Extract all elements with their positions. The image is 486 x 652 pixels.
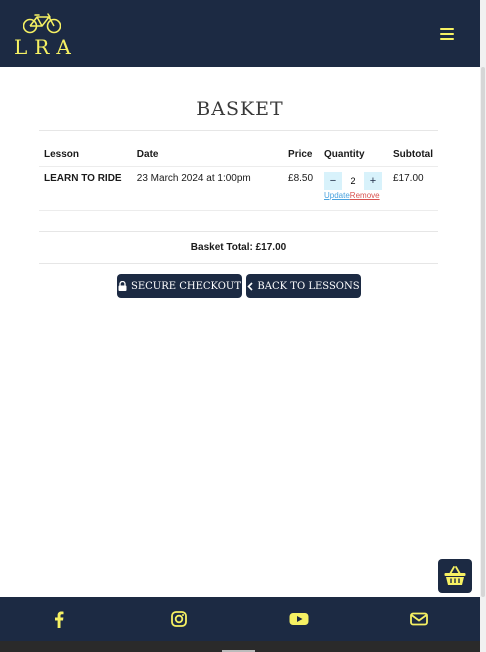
lesson-price: £8.50	[288, 173, 314, 184]
secure-checkout-button[interactable]: SECURE CHECKOUT	[117, 274, 242, 298]
quantity-stepper: − +	[324, 172, 383, 190]
quantity-cell: − + UpdateRemove	[319, 167, 388, 211]
envelope-icon[interactable]	[410, 610, 428, 628]
shopping-basket-icon	[444, 566, 466, 585]
site-logo[interactable]: LRA	[14, 12, 78, 59]
col-lesson: Lesson	[44, 148, 80, 160]
lock-icon	[118, 281, 127, 291]
col-price: Price	[288, 148, 313, 160]
divider	[39, 231, 438, 232]
facebook-icon[interactable]	[50, 610, 68, 628]
back-label: BACK TO LESSONS	[257, 280, 360, 292]
lesson-date: 23 March 2024 at 1:00pm	[136, 173, 251, 184]
site-footer	[0, 597, 480, 641]
page-title: BASKET	[196, 98, 284, 120]
checkout-label: SECURE CHECKOUT	[130, 280, 242, 292]
back-to-lessons-button[interactable]: BACK TO LESSONS	[246, 274, 361, 298]
lesson-name: LEARN TO RIDE	[44, 173, 122, 184]
increment-button[interactable]: +	[364, 172, 382, 190]
scrollbar[interactable]	[480, 0, 486, 652]
col-date: Date	[136, 148, 159, 160]
youtube-icon[interactable]	[289, 610, 309, 628]
divider	[39, 130, 438, 131]
site-header: LRA	[0, 0, 480, 67]
col-subtotal: Subtotal	[393, 148, 433, 160]
basket-total: Basket Total: £17.00	[190, 242, 287, 253]
hamburger-icon[interactable]	[440, 28, 454, 40]
divider	[39, 263, 438, 264]
quantity-links: UpdateRemove	[324, 191, 383, 200]
instagram-icon[interactable]	[170, 610, 188, 628]
bottom-strip	[0, 641, 480, 652]
remove-link[interactable]: Remove	[350, 191, 380, 200]
update-link[interactable]: Update	[324, 191, 350, 200]
basket-table: Lesson Date Price Quantity Subtotal LEAR…	[39, 142, 438, 211]
bicycle-icon	[23, 13, 61, 34]
table-row: LEARN TO RIDE 23 March 2024 at 1:00pm £8…	[39, 167, 438, 211]
chevron-left-icon	[247, 281, 253, 291]
logo-text: LRA	[14, 35, 78, 59]
quantity-input[interactable]	[342, 172, 364, 190]
floating-basket-button[interactable]	[438, 559, 472, 593]
decrement-button[interactable]: −	[324, 172, 342, 190]
lesson-subtotal: £17.00	[393, 173, 424, 184]
col-quantity: Quantity	[324, 148, 365, 160]
table-header-row: Lesson Date Price Quantity Subtotal	[39, 142, 438, 167]
